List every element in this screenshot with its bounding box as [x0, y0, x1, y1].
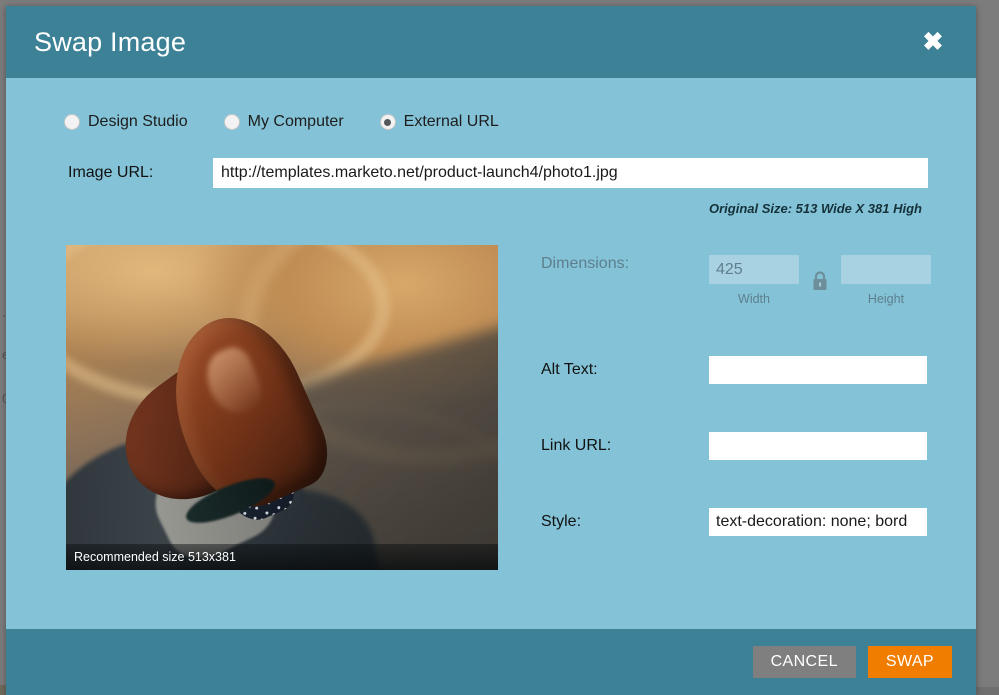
height-caption: Height [867, 292, 905, 306]
radio-indicator[interactable] [64, 114, 80, 130]
original-size-text: Original Size: 513 Wide X 381 High [708, 201, 922, 216]
swap-image-dialog: Swap Image ✖ Design Studio My Computer E… [6, 6, 976, 695]
alt-text-input[interactable] [709, 356, 927, 384]
width-cell: Width [709, 255, 799, 306]
link-url-label: Link URL: [541, 437, 612, 454]
swap-button[interactable]: SWAP [867, 646, 952, 678]
alt-text-row: Alt Text: [541, 356, 976, 384]
radio-label: External URL [403, 113, 499, 130]
dialog-content: Recommended size 513x381 Dimensions: Wid… [6, 216, 976, 570]
alt-text-label: Alt Text: [541, 361, 598, 378]
cancel-button[interactable]: CANCEL [752, 646, 856, 678]
image-url-label: Image URL: [68, 164, 154, 181]
radio-label: Design Studio [88, 113, 188, 130]
dialog-title: Swap Image [34, 26, 187, 57]
image-url-row: Image URL: [6, 158, 976, 188]
radio-indicator-selected[interactable] [379, 114, 396, 130]
radio-option-my-computer[interactable]: My Computer [223, 113, 344, 131]
width-input[interactable] [709, 255, 799, 284]
style-input[interactable] [709, 508, 927, 536]
dimensions-row: Dimensions: Width [541, 255, 976, 306]
link-url-row: Link URL: [541, 432, 976, 460]
height-input[interactable] [841, 255, 931, 284]
width-caption: Width [738, 292, 770, 306]
style-row: Style: [541, 508, 976, 536]
dialog-body: Design Studio My Computer External URL I… [6, 78, 976, 629]
height-cell: Height [841, 255, 931, 306]
dialog-header: Swap Image ✖ [6, 6, 976, 78]
dimensions-group: Width Height [709, 255, 931, 306]
close-icon[interactable]: ✖ [916, 25, 950, 59]
dialog-footer: CANCEL SWAP [6, 629, 976, 695]
radio-option-external-url[interactable]: External URL [379, 113, 499, 131]
radio-option-design-studio[interactable]: Design Studio [64, 113, 188, 131]
radio-label: My Computer [247, 113, 344, 130]
image-url-input[interactable] [213, 158, 928, 188]
image-preview[interactable]: Recommended size 513x381 [66, 245, 498, 570]
image-source-radio-group: Design Studio My Computer External URL [6, 108, 976, 136]
link-url-input[interactable] [709, 432, 927, 460]
radio-indicator[interactable] [223, 114, 240, 130]
style-label: Style: [541, 513, 582, 530]
lock-closed-icon[interactable] [809, 268, 831, 294]
dimensions-label: Dimensions: [541, 255, 630, 272]
preview-caption: Recommended size 513x381 [66, 544, 498, 570]
image-properties-form: Dimensions: Width [541, 245, 976, 570]
